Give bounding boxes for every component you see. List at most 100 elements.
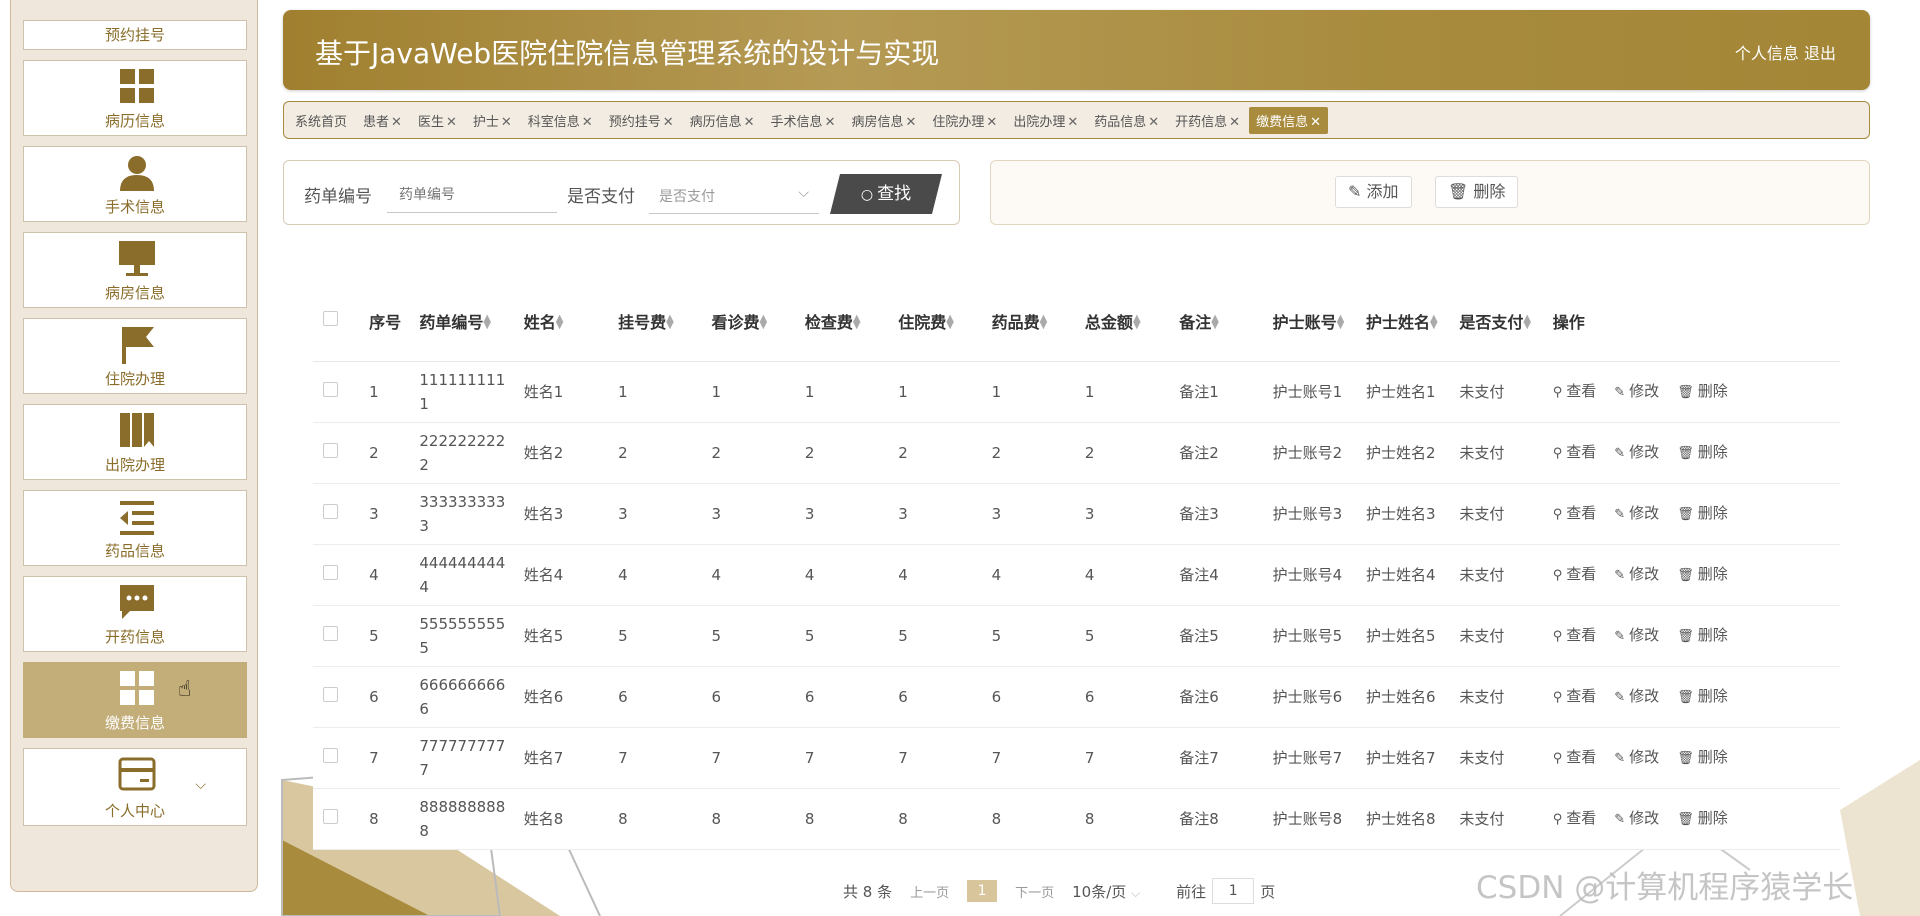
row-edit-button[interactable]: ✎ 修改 [1614,806,1659,832]
tab-item[interactable]: 护士 ✕ [466,107,519,134]
order-code-input[interactable] [387,177,557,213]
row-edit-button[interactable]: ✎ 修改 [1614,379,1659,405]
sidebar-item-surgery[interactable]: 手术信息 [23,146,247,222]
sidebar-item-admission[interactable]: 住院办理 [23,318,247,394]
close-icon[interactable]: ✕ [663,115,674,130]
tab-item[interactable]: 缴费信息 ✕ [1249,106,1328,134]
tab-item[interactable]: 出院办理 ✕ [1006,107,1085,134]
row-checkbox[interactable] [323,809,338,824]
tab-item[interactable]: 系统首页 [288,107,354,134]
sidebar-item-personal-center[interactable]: ⌵ 个人中心 [23,748,247,826]
close-icon[interactable]: ✕ [501,115,512,130]
row-view-button[interactable]: ⚲ 查看 [1553,562,1597,588]
row-delete-button[interactable]: 🗑 删除 [1677,501,1728,527]
row-checkbox[interactable] [323,504,338,519]
tab-item[interactable]: 病房信息 ✕ [844,107,923,134]
column-header-nurse_name[interactable]: 护士姓名▲ ▼ [1356,280,1450,362]
row-checkbox[interactable] [323,748,338,763]
tab-item[interactable]: 开药信息 ✕ [1168,107,1247,134]
row-view-button[interactable]: ⚲ 查看 [1553,501,1597,527]
column-header-consult_fee[interactable]: 看诊费▲ ▼ [701,280,795,362]
row-view-button[interactable]: ⚲ 查看 [1553,745,1597,771]
current-page[interactable]: 1 [967,880,998,902]
logout-link[interactable]: 退出 [1804,44,1836,63]
close-icon[interactable]: ✕ [744,115,755,130]
row-view-button[interactable]: ⚲ 查看 [1553,623,1597,649]
tab-item[interactable]: 医生 ✕ [411,107,464,134]
close-icon[interactable]: ✕ [1067,115,1078,130]
tab-item[interactable]: 药品信息 ✕ [1087,107,1166,134]
row-edit-button[interactable]: ✎ 修改 [1614,684,1659,710]
row-view-button[interactable]: ⚲ 查看 [1553,379,1597,405]
sort-icon[interactable]: ▲ ▼ [483,313,491,330]
sidebar-item-drugs[interactable]: 药品信息 [23,490,247,566]
sort-icon[interactable]: ▲ ▼ [853,313,861,330]
sidebar-item-payments[interactable]: 缴费信息 [23,662,247,738]
sidebar-item-appointment[interactable]: 预约挂号 [23,20,247,50]
row-delete-button[interactable]: 🗑 删除 [1677,684,1728,710]
sort-icon[interactable]: ▲ ▼ [760,313,768,330]
sidebar-item-prescriptions[interactable]: 开药信息 [23,576,247,652]
sort-icon[interactable]: ▲ ▼ [1430,313,1438,330]
next-page-button[interactable]: 下一页 [1015,882,1054,901]
tab-item[interactable]: 科室信息 ✕ [521,107,600,134]
sort-icon[interactable]: ▲ ▼ [1133,313,1141,330]
sort-icon[interactable]: ▲ ▼ [946,313,954,330]
row-view-button[interactable]: ⚲ 查看 [1553,440,1597,466]
column-header-paid[interactable]: 是否支付▲ ▼ [1449,280,1543,362]
close-icon[interactable]: ✕ [825,115,836,130]
row-edit-button[interactable]: ✎ 修改 [1614,562,1659,588]
paid-select[interactable]: 是否支付 ⌵ [649,177,819,214]
row-delete-button[interactable]: 🗑 删除 [1677,806,1728,832]
goto-page-input[interactable]: 1 [1212,878,1255,904]
chevron-down-icon[interactable]: ⌵ [195,777,206,793]
prev-page-button[interactable]: 上一页 [910,882,949,901]
close-icon[interactable]: ✕ [391,115,402,130]
row-checkbox[interactable] [323,626,338,641]
row-delete-button[interactable]: 🗑 删除 [1677,623,1728,649]
row-view-button[interactable]: ⚲ 查看 [1553,684,1597,710]
column-header-exam_fee[interactable]: 检查费▲ ▼ [794,280,889,362]
row-edit-button[interactable]: ✎ 修改 [1614,745,1659,771]
row-edit-button[interactable]: ✎ 修改 [1614,623,1659,649]
sort-icon[interactable]: ▲ ▼ [1211,313,1219,330]
close-icon[interactable]: ✕ [582,115,593,130]
close-icon[interactable]: ✕ [1148,115,1159,130]
sidebar-item-medical-records[interactable]: 病历信息 [23,60,247,136]
column-header-name[interactable]: 姓名▲ ▼ [513,280,609,362]
row-checkbox[interactable] [323,443,338,458]
column-header-reg_fee[interactable]: 挂号费▲ ▼ [608,280,702,362]
sidebar-item-discharge[interactable]: 出院办理 [23,404,247,480]
profile-link[interactable]: 个人信息 [1735,44,1799,63]
row-delete-button[interactable]: 🗑 删除 [1677,379,1728,405]
tab-item[interactable]: 预约挂号 ✕ [602,107,681,134]
batch-delete-button[interactable]: 🗑 删除 [1435,176,1519,208]
tab-item[interactable]: 手术信息 ✕ [764,107,843,134]
sort-icon[interactable]: ▲ ▼ [1337,313,1345,330]
close-icon[interactable]: ✕ [986,115,997,130]
close-icon[interactable]: ✕ [1310,115,1321,130]
row-edit-button[interactable]: ✎ 修改 [1614,440,1659,466]
select-all-checkbox[interactable] [323,311,338,326]
tab-item[interactable]: 病历信息 ✕ [683,107,762,134]
column-header-note[interactable]: 备注▲ ▼ [1169,280,1263,362]
row-checkbox[interactable] [323,687,338,702]
tab-item[interactable]: 住院办理 ✕ [925,107,1004,134]
sort-icon[interactable]: ▲ ▼ [1040,313,1048,330]
sort-icon[interactable]: ▲ ▼ [1523,313,1531,330]
row-checkbox[interactable] [323,382,338,397]
column-header-drug_fee[interactable]: 药品费▲ ▼ [981,280,1075,362]
search-button[interactable]: ○ 查找 [830,174,942,214]
column-header-total[interactable]: 总金额▲ ▼ [1074,280,1170,362]
row-delete-button[interactable]: 🗑 删除 [1677,562,1728,588]
row-view-button[interactable]: ⚲ 查看 [1553,806,1597,832]
column-header-nurse_account[interactable]: 护士账号▲ ▼ [1262,280,1356,362]
page-size-select[interactable]: 10条/页 ⌵ [1072,881,1140,902]
close-icon[interactable]: ✕ [1229,115,1240,130]
row-delete-button[interactable]: 🗑 删除 [1677,745,1728,771]
row-edit-button[interactable]: ✎ 修改 [1614,501,1659,527]
add-button[interactable]: ✎ 添加 [1335,176,1412,208]
sort-icon[interactable]: ▲ ▼ [556,313,564,330]
close-icon[interactable]: ✕ [905,115,916,130]
column-header-code[interactable]: 药单编号▲ ▼ [409,280,514,362]
